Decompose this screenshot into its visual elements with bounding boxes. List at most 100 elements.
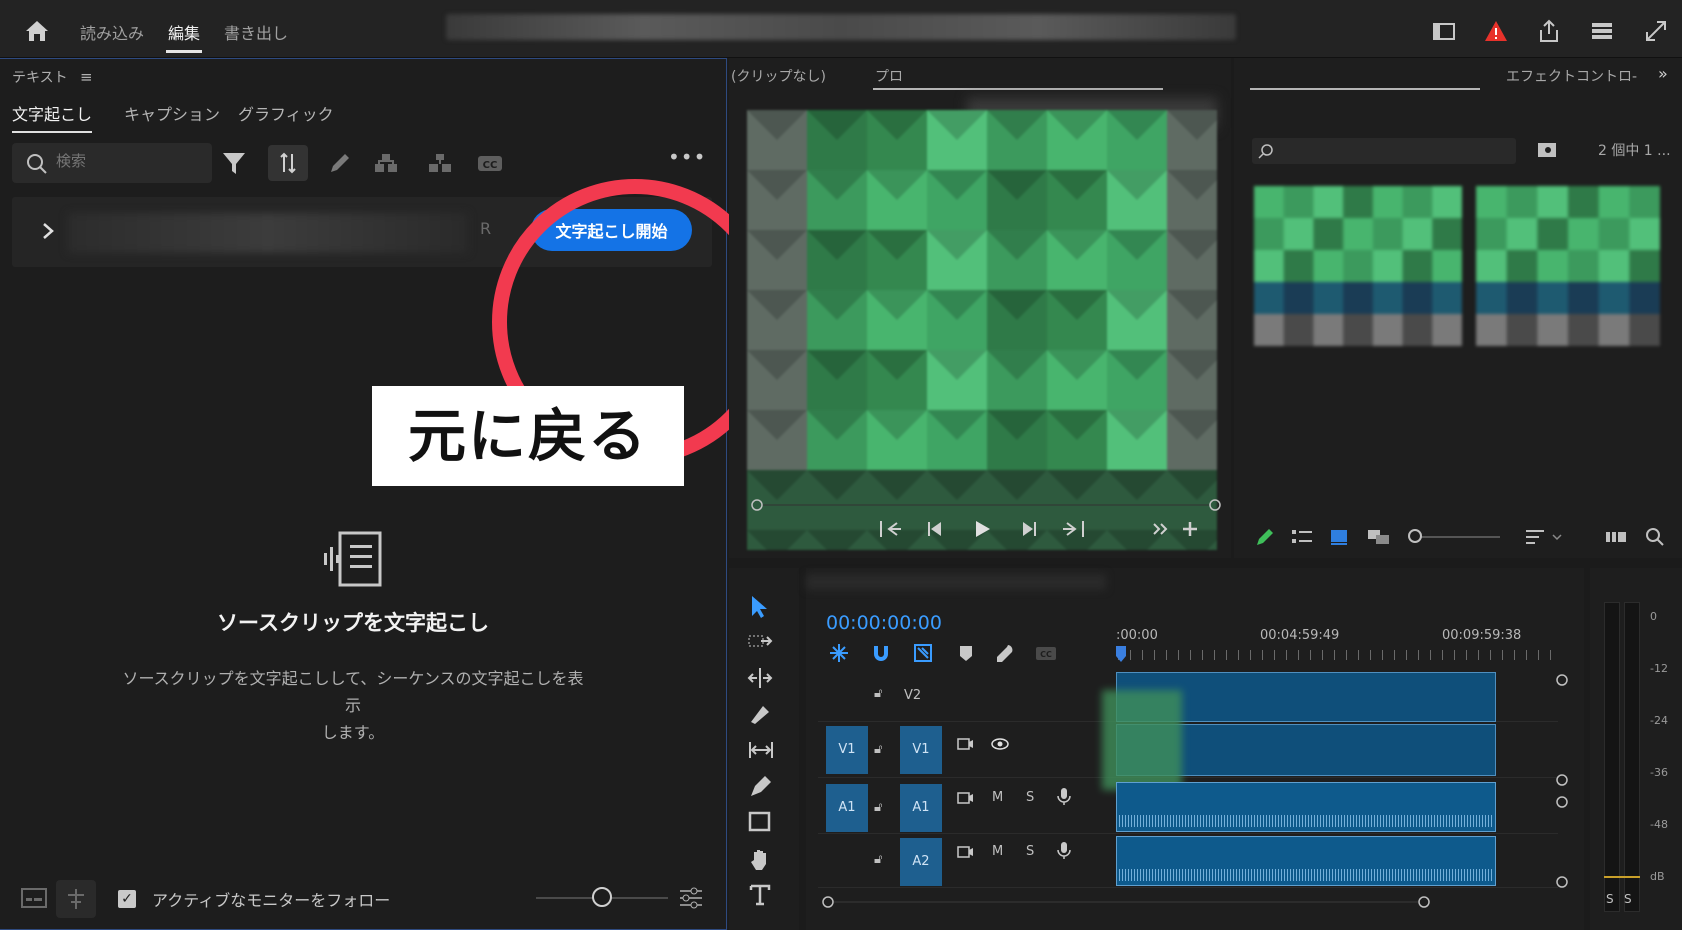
hand-tool-icon[interactable] xyxy=(747,846,773,872)
voice-over-mic-icon[interactable] xyxy=(1056,786,1072,806)
filter-icon[interactable] xyxy=(220,149,248,177)
caption-display-icon[interactable]: CC xyxy=(1034,642,1058,664)
edit-pencil-icon[interactable] xyxy=(326,149,354,177)
meter-solo-left[interactable]: S xyxy=(1606,892,1614,906)
thumbnail-size-handle[interactable] xyxy=(1408,529,1422,543)
sync-lock-icon[interactable] xyxy=(956,790,974,806)
audio-clip-a1[interactable] xyxy=(1116,782,1496,832)
sync-lock-icon[interactable] xyxy=(956,844,974,860)
linked-selection-icon[interactable] xyxy=(912,642,934,664)
warning-icon[interactable] xyxy=(1483,18,1509,44)
source-patch-v1[interactable]: V1 xyxy=(826,726,868,774)
tab-effect-controls[interactable]: エフェクトコントロ- xyxy=(1506,66,1637,86)
freeform-view-icon[interactable] xyxy=(1366,526,1392,548)
fullscreen-icon[interactable] xyxy=(1643,18,1669,44)
mute-button[interactable]: M xyxy=(992,790,1003,805)
playhead-marker[interactable] xyxy=(1114,644,1128,664)
source-patch-a1[interactable]: A1 xyxy=(826,784,868,832)
track-lock-icon[interactable]: 🔓︎ xyxy=(874,800,882,815)
find-icon[interactable] xyxy=(1644,526,1666,548)
panel-overflow-icon[interactable]: » xyxy=(1658,64,1668,83)
find-bin-icon[interactable] xyxy=(1536,140,1558,160)
chevron-right-icon[interactable] xyxy=(40,221,56,241)
add-marker-icon[interactable] xyxy=(956,642,976,664)
automate-sequence-icon[interactable] xyxy=(1604,526,1628,548)
go-to-in-icon[interactable] xyxy=(877,518,903,540)
mute-button[interactable]: M xyxy=(992,844,1003,859)
captions-cc-icon[interactable]: CC xyxy=(476,149,504,177)
tab-captions[interactable]: キャプション xyxy=(124,101,220,125)
more-controls-icon[interactable] xyxy=(1149,518,1175,540)
solo-button[interactable]: S xyxy=(1026,844,1034,859)
sync-icon xyxy=(280,152,296,174)
tab-graphics[interactable]: グラフィック xyxy=(238,101,334,125)
pencil-write-icon[interactable] xyxy=(1254,526,1276,548)
home-icon[interactable] xyxy=(24,19,50,43)
tab-source-monitor[interactable]: (クリップなし) xyxy=(731,66,826,86)
list-view-icon[interactable] xyxy=(1290,526,1314,548)
chevron-down-icon[interactable] xyxy=(1550,530,1564,544)
rectangle-tool-icon[interactable] xyxy=(747,810,773,834)
selection-tool-icon[interactable] xyxy=(747,594,771,620)
share-icon[interactable] xyxy=(1536,18,1562,44)
voice-over-mic-icon[interactable] xyxy=(1056,840,1072,860)
search-box[interactable] xyxy=(12,143,212,183)
track-lock-icon[interactable]: 🔓︎ xyxy=(874,852,882,867)
tab-import[interactable]: 読み込み xyxy=(80,20,144,44)
zoom-slider-handle[interactable] xyxy=(592,887,612,907)
track-lock-icon[interactable]: 🔓︎ xyxy=(874,686,882,701)
sync-toggle[interactable] xyxy=(268,145,308,181)
quick-menu-icon[interactable] xyxy=(1589,18,1615,44)
ruler-label-end: 00:09:59:38 xyxy=(1442,628,1522,643)
ripple-edit-tool-icon[interactable] xyxy=(747,666,773,690)
panel-layout-icon[interactable] xyxy=(1431,18,1457,44)
project-clip-thumbnail-1[interactable] xyxy=(1254,186,1462,346)
caption-track-icon[interactable] xyxy=(20,886,48,912)
more-options-icon[interactable]: ••• xyxy=(668,145,706,169)
snap-magnet-icon[interactable] xyxy=(870,642,892,664)
playhead-timecode[interactable]: 00:00:00:00 xyxy=(826,612,942,634)
track-target-a1[interactable]: A1 xyxy=(900,784,942,832)
panel-menu-icon[interactable]: ≡ xyxy=(80,68,93,86)
audio-clip-a2[interactable] xyxy=(1116,836,1496,886)
tab-export[interactable]: 書き出し xyxy=(224,20,288,44)
track-select-tool-icon[interactable] xyxy=(747,630,773,654)
add-button-icon[interactable] xyxy=(1177,518,1203,540)
step-forward-icon[interactable] xyxy=(1015,518,1041,540)
type-tool-icon[interactable] xyxy=(747,882,773,908)
sync-lock-icon[interactable] xyxy=(956,736,974,752)
pen-tool-icon[interactable] xyxy=(747,774,773,798)
slip-tool-icon[interactable] xyxy=(747,738,775,762)
razor-tool-icon[interactable] xyxy=(747,702,773,726)
play-icon[interactable] xyxy=(969,518,995,540)
merge-segments-icon[interactable] xyxy=(372,149,400,177)
step-back-icon[interactable] xyxy=(923,518,949,540)
wrench-settings-icon[interactable] xyxy=(994,642,1016,664)
settings-sliders-icon[interactable] xyxy=(678,886,704,910)
meter-solo-right[interactable]: S xyxy=(1624,892,1632,906)
sort-icon[interactable] xyxy=(1524,526,1546,548)
follow-monitor-checkbox[interactable]: ✓ xyxy=(118,890,136,908)
vertical-track-scrollbar[interactable] xyxy=(1554,668,1570,888)
split-segment-icon[interactable] xyxy=(426,149,454,177)
project-search-input[interactable] xyxy=(1252,138,1516,164)
solo-button[interactable]: S xyxy=(1026,790,1034,805)
tab-transcript[interactable]: 文字起こし xyxy=(12,101,92,125)
track-lock-icon[interactable]: 🔓︎ xyxy=(874,742,882,757)
track-target-a2[interactable]: A2 xyxy=(900,838,942,886)
nest-icon[interactable] xyxy=(828,642,850,664)
toggle-visibility-eye-icon[interactable] xyxy=(990,736,1010,752)
tab-program-monitor[interactable]: プロ xyxy=(875,66,903,86)
search-input[interactable] xyxy=(56,152,196,170)
time-ruler[interactable] xyxy=(1118,650,1558,660)
tab-edit[interactable]: 編集 xyxy=(168,20,200,44)
horizontal-zoom-scrollbar[interactable] xyxy=(818,894,1558,910)
go-to-out-icon[interactable] xyxy=(1061,518,1087,540)
align-toggle[interactable] xyxy=(56,880,96,918)
icon-view-icon[interactable] xyxy=(1328,526,1350,548)
project-clip-thumbnail-2[interactable] xyxy=(1476,186,1660,346)
thumbnail-size-slider[interactable] xyxy=(1412,536,1500,538)
track-target-v1[interactable]: V1 xyxy=(900,726,942,774)
meter-channel-left xyxy=(1604,602,1620,912)
monitor-scrub-bar[interactable] xyxy=(751,496,1221,514)
